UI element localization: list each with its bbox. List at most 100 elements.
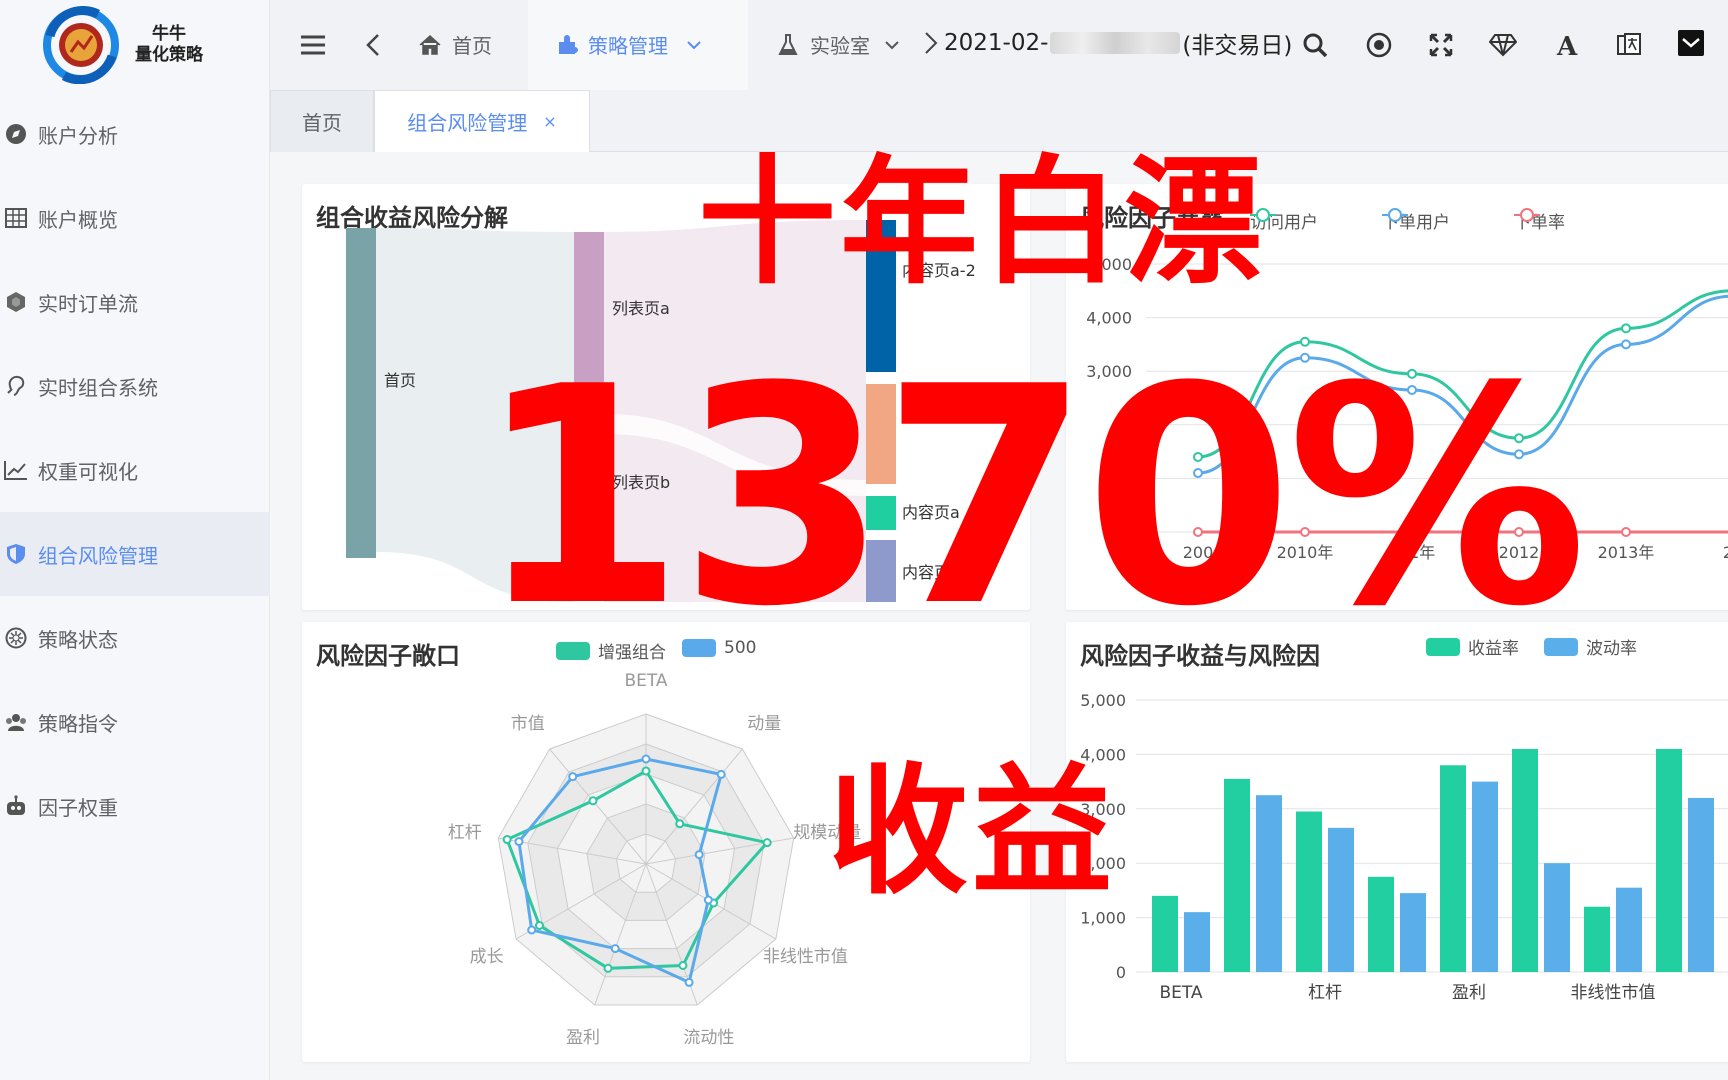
chevron-down-icon bbox=[885, 40, 899, 49]
bar-mark[interactable] bbox=[1368, 876, 1394, 972]
puzzle-icon bbox=[559, 34, 578, 54]
bar-mark[interactable] bbox=[1584, 906, 1610, 972]
radar-point[interactable] bbox=[588, 796, 598, 806]
bar-mark[interactable] bbox=[1400, 893, 1426, 972]
header-strategy-menu[interactable]: 策略管理 bbox=[556, 30, 702, 59]
radar-indicator: 非线性市值 bbox=[763, 947, 848, 967]
bar-y-tick: 0 bbox=[1116, 963, 1126, 982]
back-chevron-icon[interactable] bbox=[358, 30, 388, 60]
diamond-icon[interactable] bbox=[1488, 30, 1518, 60]
bar-mark[interactable] bbox=[1544, 863, 1570, 972]
radar-indicator: 市值 bbox=[511, 714, 545, 734]
close-icon[interactable]: × bbox=[543, 112, 556, 131]
bar-x-tick: 盈利 bbox=[1452, 983, 1486, 1003]
radar-point[interactable] bbox=[568, 772, 578, 782]
sidebar-item-label: 组合风险管理 bbox=[38, 543, 158, 568]
sidebar-item-realtime-orders[interactable]: 实时订单流 bbox=[0, 260, 270, 344]
bar-mark[interactable] bbox=[1616, 887, 1642, 972]
sidebar-item-strategy-command[interactable]: 策略指令 bbox=[0, 680, 270, 764]
flask-icon bbox=[778, 33, 798, 55]
legend-circle-icon bbox=[1514, 208, 1540, 222]
table-icon bbox=[4, 206, 28, 230]
shield-icon bbox=[4, 542, 28, 566]
bar-x-tick: BETA bbox=[1159, 983, 1202, 1003]
header-home-label: 首页 bbox=[452, 34, 492, 58]
sidebar-item-account-overview[interactable]: 账户概览 bbox=[0, 176, 270, 260]
hexagon-icon bbox=[4, 290, 28, 314]
radar-point[interactable] bbox=[534, 921, 544, 930]
radar-point[interactable] bbox=[502, 835, 512, 845]
radar-point[interactable] bbox=[703, 895, 713, 905]
bar-panel: 5,000 4,000 3,000 2,000 1,000 0 BETA 杠杆 盈利 非线性市值 … bbox=[1066, 622, 1728, 1062]
bar-mark[interactable] bbox=[1512, 748, 1538, 972]
line-point[interactable] bbox=[1621, 323, 1631, 334]
fullscreen-icon[interactable] bbox=[1426, 30, 1456, 60]
tab-home[interactable]: 首页 bbox=[270, 90, 374, 152]
line-legend-3[interactable]: 下单率 bbox=[1514, 208, 1565, 233]
sidebar-item-strategy-status[interactable]: 策略状态 bbox=[0, 596, 270, 680]
radar-point[interactable] bbox=[684, 977, 694, 987]
bar-mark[interactable] bbox=[1328, 827, 1354, 972]
radar-point[interactable] bbox=[527, 925, 537, 935]
radar-point[interactable] bbox=[610, 944, 620, 954]
sidebar-item-account-analysis[interactable]: 账户分析 bbox=[0, 92, 270, 176]
bar-mark[interactable] bbox=[1224, 778, 1250, 972]
tab-portfolio-risk[interactable]: 组合风险管理 × bbox=[374, 90, 590, 152]
target-icon[interactable] bbox=[1364, 30, 1394, 60]
sidebar-item-factor-weight[interactable]: 因子权重 bbox=[0, 764, 270, 848]
radar-point[interactable] bbox=[603, 963, 613, 973]
bar-x-tick: 杠杆 bbox=[1308, 983, 1342, 1003]
radar-indicator: 杠杆 bbox=[448, 823, 482, 843]
line-point[interactable] bbox=[1621, 339, 1631, 350]
overlay-title: 十年白漂 bbox=[698, 142, 1267, 303]
radar-point[interactable] bbox=[675, 819, 685, 829]
brand-logo bbox=[43, 6, 119, 84]
translate-icon[interactable] bbox=[1614, 30, 1644, 60]
search-icon[interactable] bbox=[1300, 30, 1330, 60]
bar-mark[interactable] bbox=[1440, 765, 1466, 972]
sidebar-item-label: 实时订单流 bbox=[38, 291, 138, 316]
bar-mark[interactable] bbox=[1472, 781, 1498, 972]
sidebar-item-portfolio-risk[interactable]: 组合风险管理 bbox=[0, 512, 270, 596]
home-icon bbox=[419, 34, 441, 55]
radar-point[interactable] bbox=[514, 837, 524, 847]
sidebar-item-label: 账户分析 bbox=[38, 123, 118, 148]
bar-mark[interactable] bbox=[1184, 912, 1210, 972]
sidebar-item-realtime-portfolio[interactable]: 实时组合系统 bbox=[0, 344, 270, 428]
header-lab-menu[interactable]: 实验室 bbox=[778, 30, 900, 59]
line-legend-2[interactable]: 下单用户 bbox=[1382, 208, 1450, 233]
sidebar-item-label: 策略指令 bbox=[38, 711, 118, 736]
sidebar-item-label: 实时组合系统 bbox=[38, 375, 158, 400]
radar-point[interactable] bbox=[641, 754, 651, 764]
bar-mark[interactable] bbox=[1152, 895, 1178, 972]
overlay-percent: 1370% bbox=[476, 323, 1588, 672]
radar-indicator: 流动性 bbox=[683, 1028, 734, 1048]
date-prefix: 2021-02- bbox=[944, 30, 1049, 56]
line-x-tick: 2013年 bbox=[1598, 543, 1655, 562]
radar-point[interactable] bbox=[678, 960, 688, 970]
radar-point[interactable] bbox=[716, 769, 726, 779]
chevron-down-icon bbox=[687, 40, 701, 49]
font-size-icon[interactable]: A bbox=[1552, 30, 1582, 60]
brand-line2: 量化策略 bbox=[135, 45, 203, 65]
line-x-tick: 20 bbox=[1723, 543, 1728, 562]
sidebar-item-weight-visual[interactable]: 权重可视化 bbox=[0, 428, 270, 512]
sankey-label-home: 首页 bbox=[384, 371, 416, 390]
hamburger-menu-icon[interactable] bbox=[298, 30, 328, 60]
header-date-breadcrumb: 2021-02- (非交易日) bbox=[924, 26, 1292, 60]
radar-indicator: 盈利 bbox=[566, 1028, 600, 1048]
radar-point[interactable] bbox=[694, 850, 704, 860]
tab-risk-label: 组合风险管理 bbox=[407, 111, 528, 135]
radar-point[interactable] bbox=[641, 766, 651, 776]
sidebar-item-label: 权重可视化 bbox=[38, 459, 138, 484]
compass-icon bbox=[4, 122, 28, 146]
sankey-node-home bbox=[346, 228, 376, 558]
header-home-link[interactable]: 首页 bbox=[418, 30, 492, 59]
bar-mark[interactable] bbox=[1656, 748, 1682, 972]
line-point[interactable] bbox=[1621, 527, 1631, 537]
bar-mark[interactable] bbox=[1296, 811, 1322, 972]
bar-mark[interactable] bbox=[1256, 795, 1282, 972]
mail-icon[interactable] bbox=[1676, 28, 1706, 58]
bar-mark[interactable] bbox=[1688, 797, 1714, 972]
radar-point[interactable] bbox=[762, 838, 772, 848]
